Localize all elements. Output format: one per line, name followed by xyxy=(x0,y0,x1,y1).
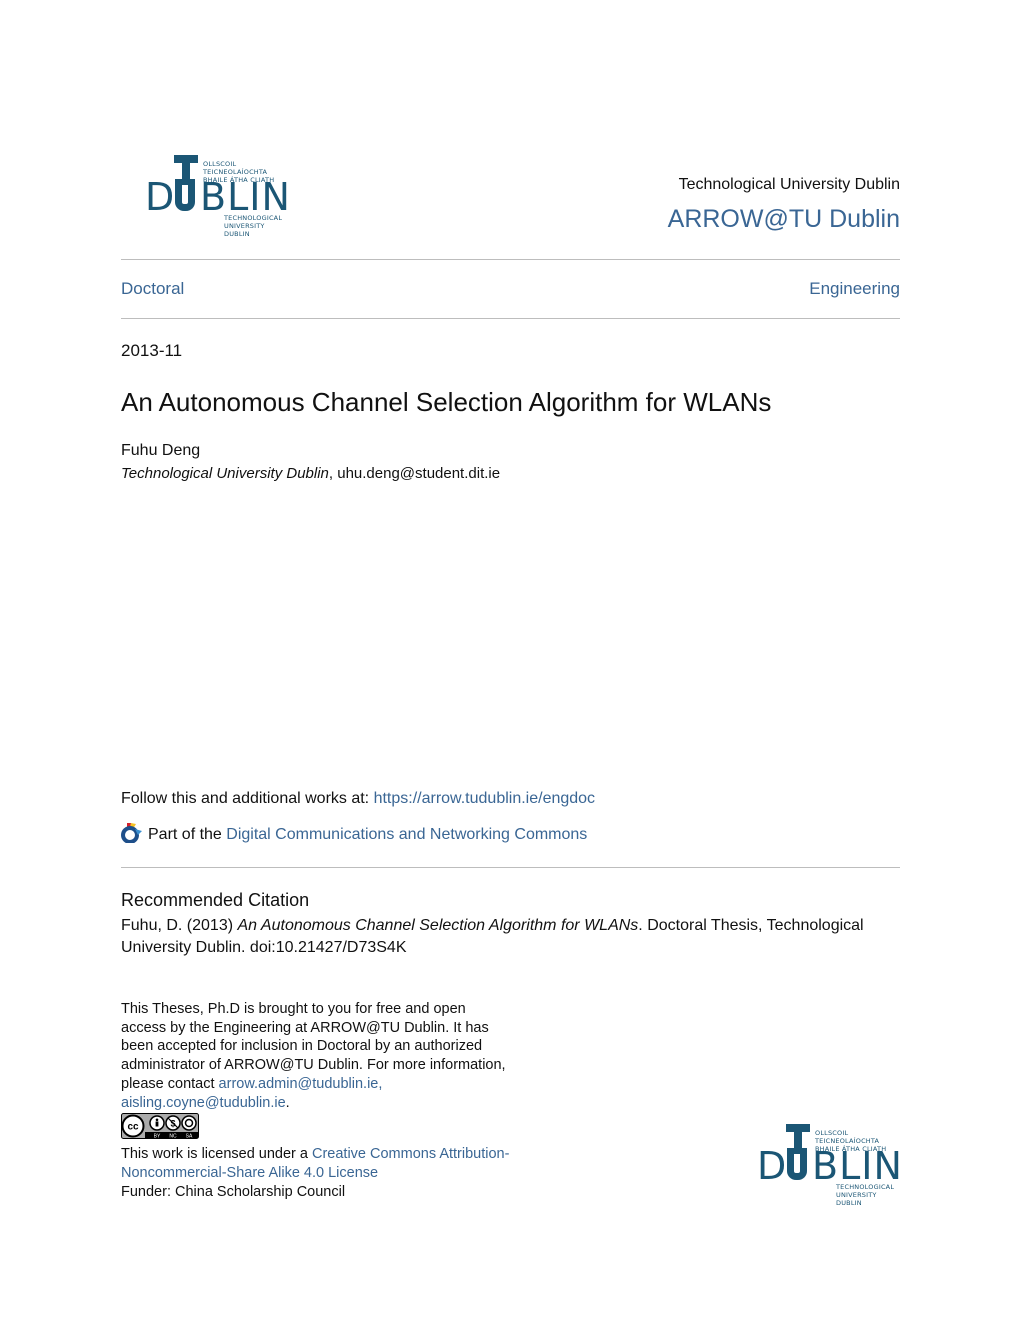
citation-title: An Autonomous Channel Selection Algorith… xyxy=(237,917,639,934)
tu-dublin-logo-bottom: D BLIN OLLSCOIL TEICNEOLAÍOCHTA BHAILE Á… xyxy=(733,1112,903,1207)
institution-name: Technological University Dublin xyxy=(678,176,900,193)
access-statement: This Theses, Ph.D is brought to you for … xyxy=(121,1000,506,1112)
affiliation-institution: Technological University Dublin xyxy=(121,465,329,482)
document-title: An Autonomous Channel Selection Algorith… xyxy=(121,387,772,417)
logo-letter-d: D xyxy=(757,1144,788,1188)
cc-by-nc-sa-badge[interactable]: cc $ BY NC SA xyxy=(121,1113,199,1139)
coyne-email-link[interactable]: aisling.coyne@tudublin.ie xyxy=(121,1095,286,1111)
license-prefix: This work is licensed under a xyxy=(121,1146,312,1162)
affiliation-separator: , xyxy=(328,465,338,482)
by-label: BY xyxy=(154,1134,161,1140)
admin-email-link[interactable]: arrow.admin@tudublin.ie, xyxy=(219,1076,383,1092)
breadcrumb-doctoral-link[interactable]: Doctoral xyxy=(121,279,184,299)
logo-irish-text: OLLSCOIL TEICNEOLAÍOCHTA BHAILE ÁTHA CLI… xyxy=(815,1129,887,1153)
funder-text: Funder: China Scholarship Council xyxy=(121,1184,346,1200)
follow-line: Follow this and additional works at: htt… xyxy=(121,790,595,808)
citation-heading: Recommended Citation xyxy=(121,890,310,910)
commons-link[interactable]: Digital Communications and Networking Co… xyxy=(226,826,587,844)
bepress-commons-icon xyxy=(121,823,142,843)
repository-link[interactable]: ARROW@TU Dublin xyxy=(520,205,900,234)
publication-date: 2013-11 xyxy=(121,341,183,360)
access-end: . xyxy=(285,1094,290,1111)
author-email: uhu.deng@student.dit.ie xyxy=(337,465,501,482)
logo-english-text: TECHNOLOGICAL UNIVERSITY DUBLIN xyxy=(836,1183,895,1207)
divider-top xyxy=(121,259,900,260)
author-affiliation: Technological University Dublin, uhu.den… xyxy=(121,465,500,482)
divider-breadcrumb xyxy=(121,318,900,319)
part-of-line: Part of the Digital Communications and N… xyxy=(121,823,587,846)
logo-letter-d: D xyxy=(145,175,176,219)
follow-prefix: Follow this and additional works at: xyxy=(121,790,374,807)
part-of-prefix: Part of the xyxy=(148,826,227,843)
license-statement: This work is licensed under a Creative C… xyxy=(121,1145,521,1202)
sa-icon xyxy=(181,1115,197,1131)
nc-label: NC xyxy=(169,1134,177,1140)
logo-letter-u xyxy=(787,1148,807,1180)
cc-label: cc xyxy=(127,1122,139,1133)
sa-label: SA xyxy=(186,1134,193,1140)
logo-irish-text: OLLSCOIL TEICNEOLAÍOCHTA BHAILE ÁTHA CLI… xyxy=(203,160,275,184)
citation-prefix: Fuhu, D. (2013) xyxy=(121,917,238,934)
divider-citation xyxy=(121,867,900,868)
logo-english-text: TECHNOLOGICAL UNIVERSITY DUBLIN xyxy=(224,214,283,238)
logo-letter-u xyxy=(175,179,195,211)
follow-url-link[interactable]: https://arrow.tudublin.ie/engdoc xyxy=(374,790,595,807)
citation-text: Fuhu, D. (2013) An Autonomous Channel Se… xyxy=(121,915,901,959)
breadcrumb-engineering-link[interactable]: Engineering xyxy=(600,279,900,299)
tu-dublin-logo: D BLIN OLLSCOIL TEICNEOLAÍOCHTA BHAILE Á… xyxy=(121,143,291,238)
author-name: Fuhu Deng xyxy=(121,442,201,459)
